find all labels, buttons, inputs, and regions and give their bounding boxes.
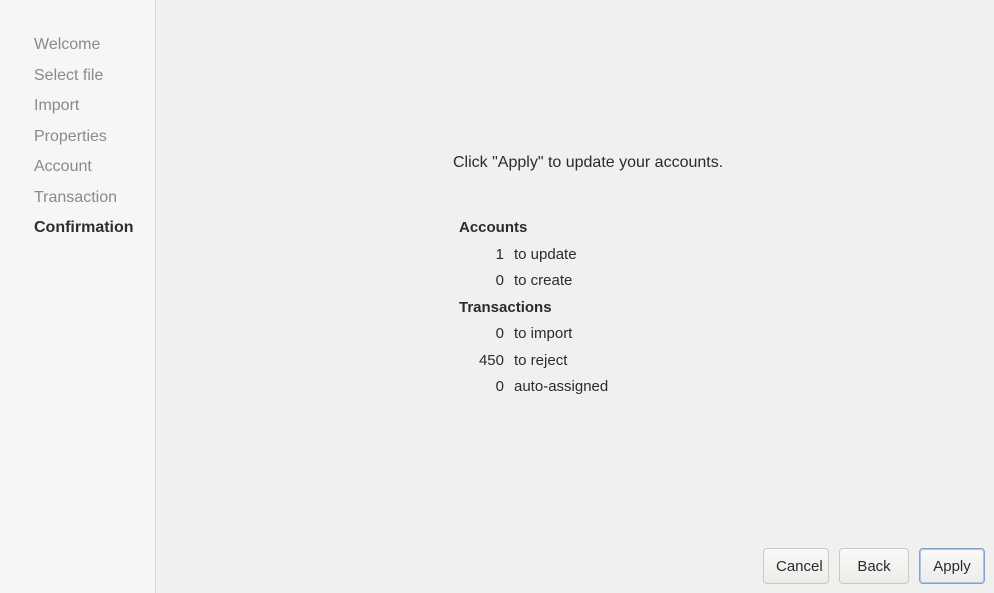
accounts-update-count: 1 xyxy=(495,245,504,263)
summary-row-accounts-update: 1 to update xyxy=(459,242,608,269)
step-select-file: Select file xyxy=(34,66,104,84)
import-summary: Accounts 1 to update 0 to create Transac… xyxy=(459,215,608,401)
accounts-update-label: to update xyxy=(514,245,577,263)
step-welcome: Welcome xyxy=(34,36,101,53)
summary-row-transactions-import: 0 to import xyxy=(459,321,608,348)
transactions-import-count: 0 xyxy=(495,325,504,342)
step-account: Account xyxy=(34,158,92,175)
transactions-auto-assigned-label: auto-assigned xyxy=(514,378,609,395)
transactions-heading: Transactions xyxy=(459,298,552,316)
back-button[interactable]: Back xyxy=(839,548,909,584)
cancel-button[interactable]: Cancel xyxy=(763,548,829,584)
confirmation-page: Click "Apply" to update your accounts. A… xyxy=(157,0,994,593)
confirmation-instruction: Click "Apply" to update your accounts. xyxy=(453,154,724,171)
accounts-create-label: to create xyxy=(514,272,573,289)
apply-button[interactable]: Apply xyxy=(919,548,985,584)
step-properties: Properties xyxy=(34,127,107,145)
accounts-create-count: 0 xyxy=(495,272,504,289)
transactions-auto-assigned-count: 0 xyxy=(495,378,504,395)
summary-row-accounts-create: 0 to create xyxy=(459,268,608,295)
step-import: Import xyxy=(34,97,80,114)
step-transaction: Transaction xyxy=(34,188,117,206)
accounts-heading: Accounts xyxy=(459,219,528,236)
summary-row-transactions-auto-assigned: 0 auto-assigned xyxy=(459,374,609,401)
step-confirmation: Confirmation xyxy=(34,219,134,236)
transactions-reject-count: 450 xyxy=(478,351,504,369)
import-wizard-window: Welcome Select file Import Properties Ac… xyxy=(0,0,994,593)
wizard-steps-sidebar: Welcome Select file Import Properties Ac… xyxy=(0,0,156,593)
wizard-button-bar: Cancel Back Apply xyxy=(763,548,985,584)
summary-row-transactions-reject: 450 to reject xyxy=(459,348,608,375)
transactions-import-label: to import xyxy=(514,325,573,342)
transactions-reject-label: to reject xyxy=(514,351,568,369)
